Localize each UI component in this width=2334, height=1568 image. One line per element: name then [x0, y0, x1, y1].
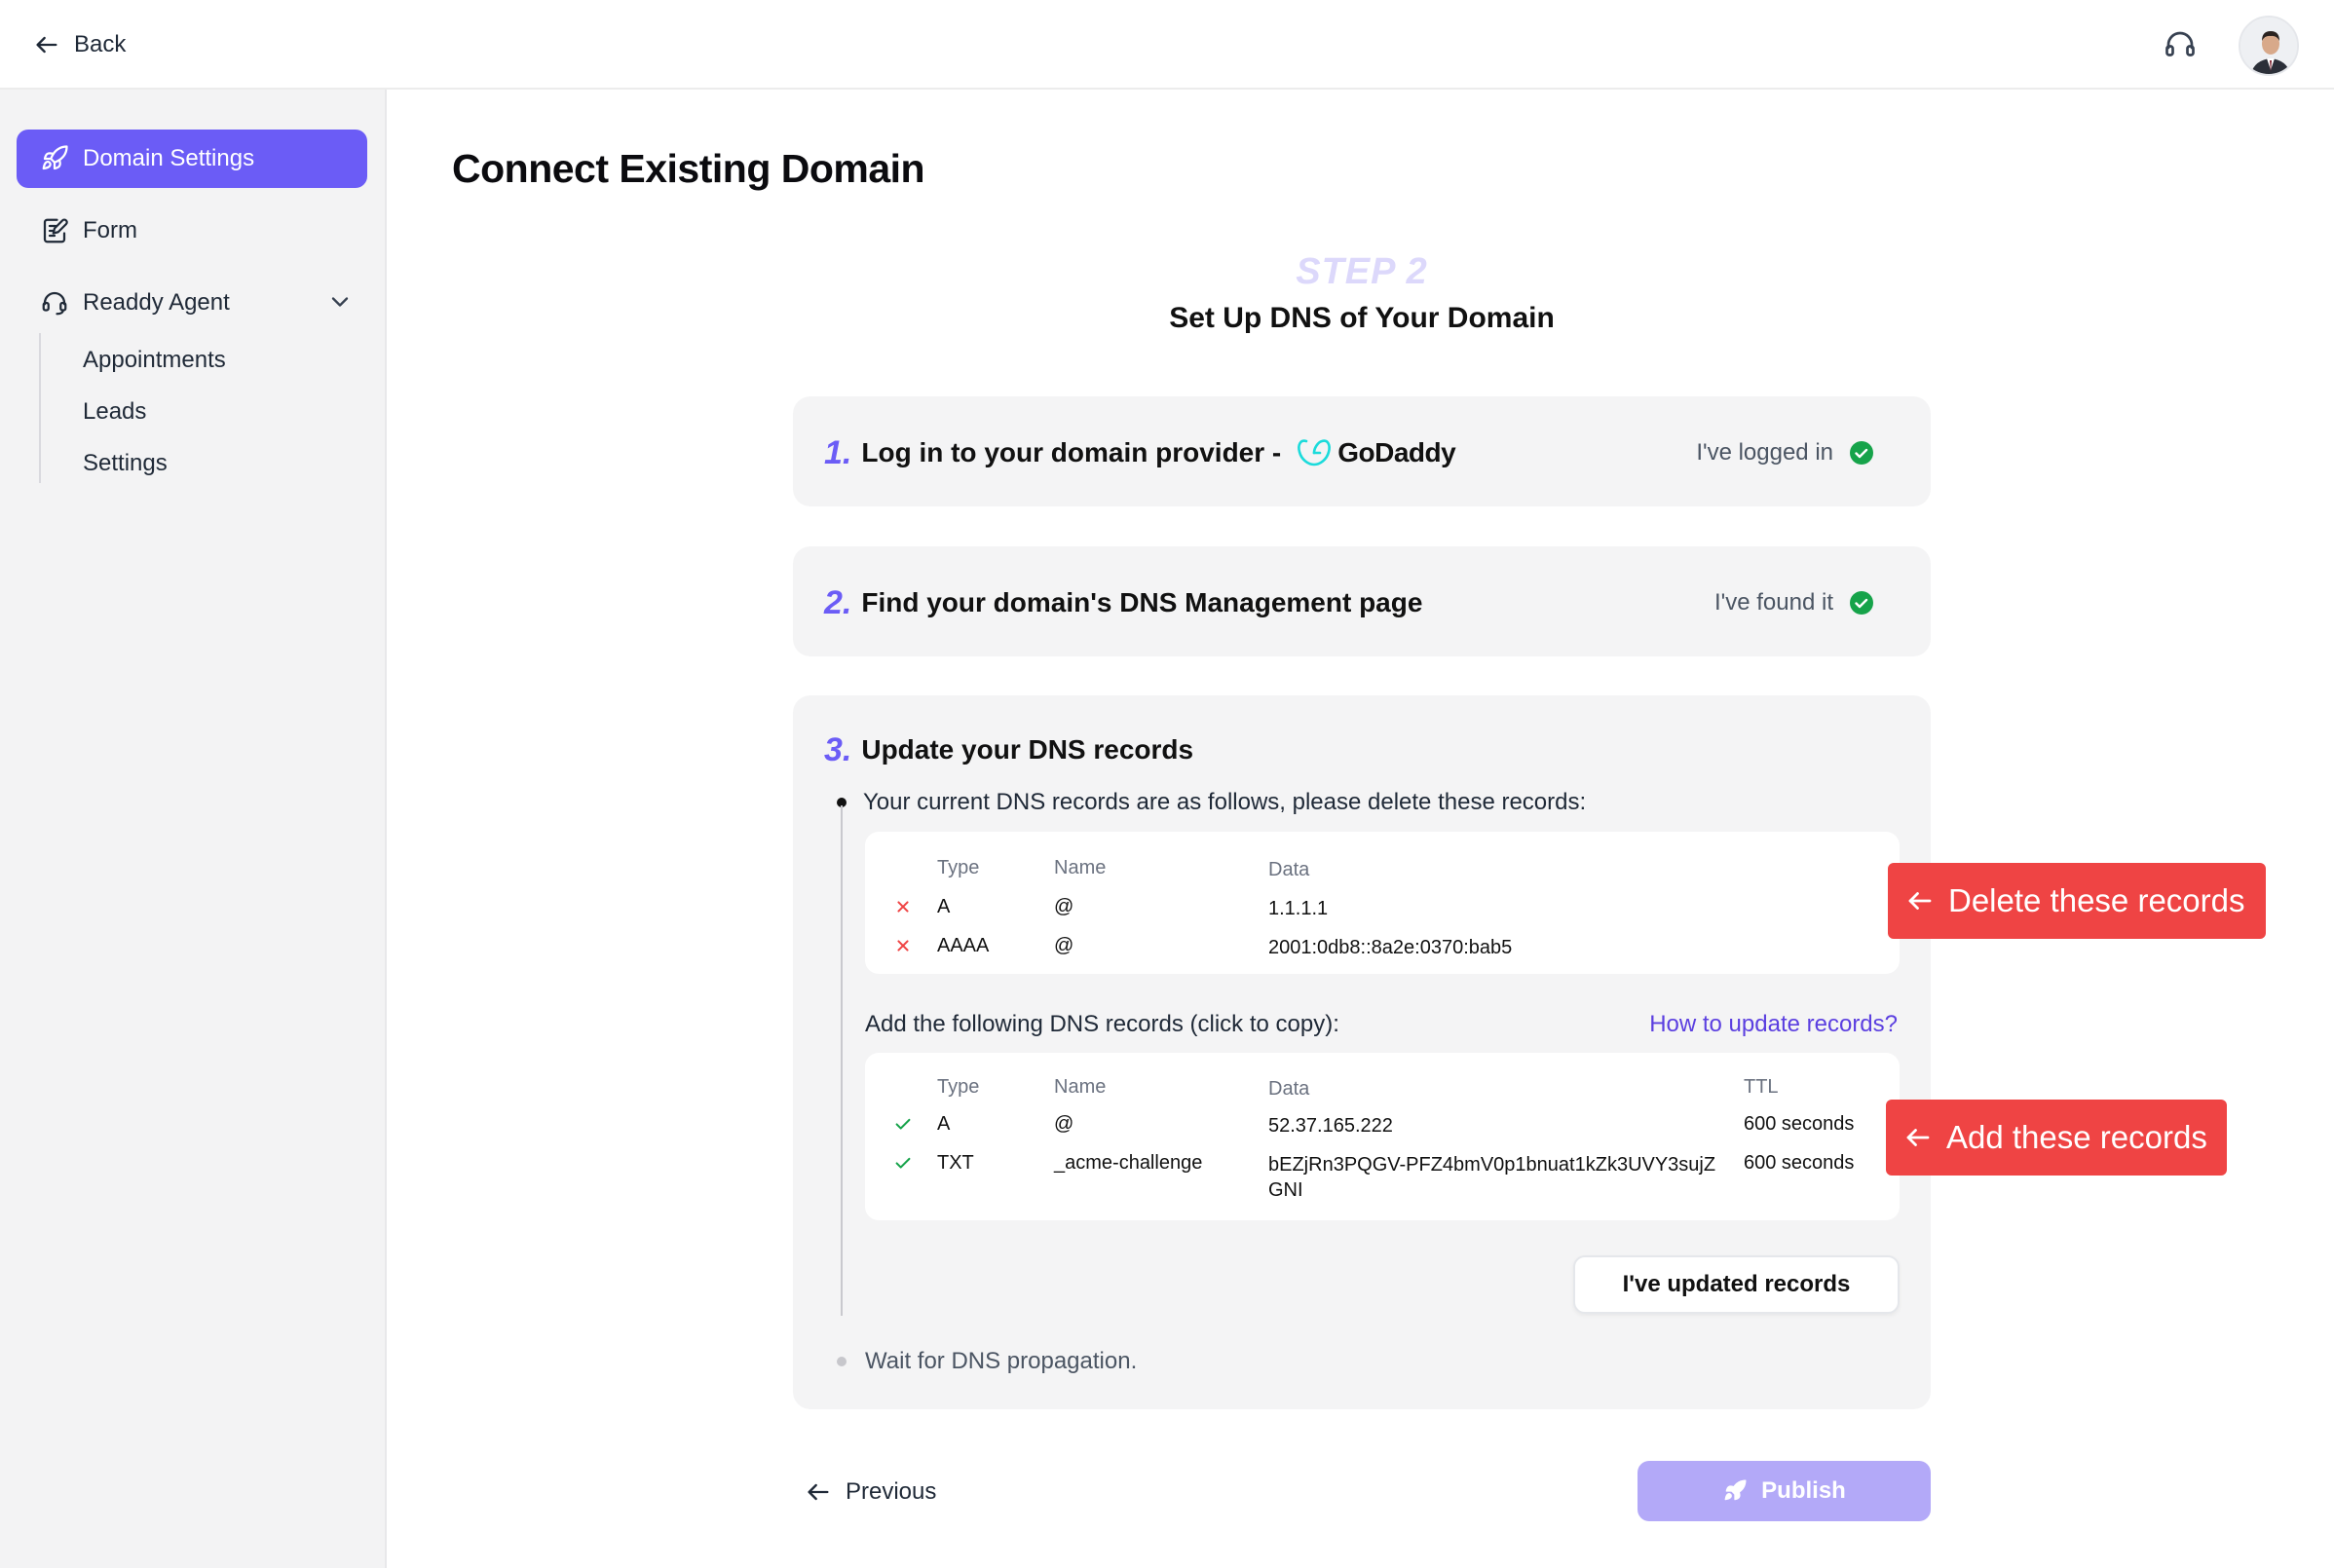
header-type: Type [937, 1076, 980, 1098]
record-type: AAAA [937, 935, 990, 956]
user-avatar[interactable] [2239, 16, 2299, 76]
add-intro: Add the following DNS records (click to … [865, 1011, 1339, 1037]
arrow-left-icon [1906, 1129, 1930, 1146]
delete-intro: Your current DNS records are as follows,… [863, 789, 1587, 815]
step-number: 3. [824, 730, 852, 768]
check-icon [892, 1113, 916, 1140]
sidebar-subitem-settings[interactable]: Settings [83, 446, 168, 481]
record-type: TXT [937, 1152, 974, 1174]
header-name: Name [1054, 1076, 1107, 1098]
avatar-portrait-icon [2240, 18, 2297, 74]
bullet-dot [837, 1357, 847, 1366]
how-to-update-link[interactable]: How to update records? [1649, 1011, 1898, 1038]
back-label: Back [74, 31, 127, 57]
header-data: Data [1268, 859, 1310, 880]
sidebar-subitem-leads[interactable]: Leads [83, 394, 146, 429]
record-data: 2001:0db8::8a2e:0370:bab5 [1268, 937, 1513, 958]
agent-headset-icon [42, 291, 67, 316]
callout-label: Add these records [1946, 1119, 2207, 1155]
arrow-left-icon [1908, 892, 1932, 910]
godaddy-icon [1298, 439, 1332, 467]
sidebar-subitem-appointments[interactable]: Appointments [83, 343, 226, 378]
sidebar-item-form[interactable]: Form [17, 202, 367, 260]
header-name: Name [1054, 857, 1107, 878]
check-circle-icon [1850, 441, 1873, 465]
godaddy-logo: GoDaddy [1297, 437, 1456, 468]
sidebar-item-label: Form [83, 217, 137, 243]
previous-label: Previous [846, 1478, 937, 1505]
sidebar-item-domain-settings[interactable]: Domain Settings [17, 130, 367, 188]
rocket-icon [1724, 1479, 1747, 1501]
step-title: Set Up DNS of Your Domain [1169, 302, 1555, 334]
callout-label: Delete these records [1948, 882, 2245, 918]
x-icon [892, 935, 916, 962]
step-label: STEP 2 [1296, 251, 1428, 292]
sidebar-item-readdy-agent[interactable]: Readdy Agent [17, 274, 367, 332]
timeline-line [841, 805, 843, 1316]
step-heading: 1. Log in to your domain provider - GoDa… [824, 433, 1456, 472]
arrow-left-icon [808, 1483, 829, 1501]
step-number: 2. [824, 583, 852, 621]
delete-records-table: Type Name Data A @ 1.1.1.1 AAAA @ 2001:0… [865, 832, 1900, 974]
step-number: 1. [824, 433, 852, 471]
record-type: A [937, 1113, 951, 1135]
header-type: Type [937, 857, 980, 878]
record-data[interactable]: bEZjRn3PQGV-PFZ4bmV0p1bnuat1kZk3UVY3sujZ… [1268, 1152, 1716, 1203]
step-title-text: Find your domain's DNS Management page [861, 587, 1423, 617]
step-title-text: Update your DNS records [861, 734, 1194, 765]
form-edit-icon [43, 218, 68, 243]
record-name: @ [1054, 1113, 1074, 1135]
headset-icon[interactable] [2163, 27, 2198, 62]
add-records-callout: Add these records [1886, 1100, 2227, 1176]
chevron-down-icon[interactable] [326, 288, 354, 316]
updated-records-button[interactable]: I've updated records [1573, 1255, 1900, 1314]
record-name: @ [1054, 935, 1074, 956]
x-icon [892, 896, 916, 923]
step-heading: 2. Find your domain's DNS Management pag… [824, 583, 1422, 622]
confirm-label: I've logged in [1696, 439, 1833, 466]
arrow-left-icon [36, 36, 57, 54]
top-bar: Back [0, 0, 2334, 90]
back-button[interactable]: Back [33, 27, 126, 62]
sidebar: Domain Settings Form Readdy Agent Appoin… [0, 90, 387, 1568]
header-ttl: TTL [1744, 1076, 1779, 1098]
godaddy-wordmark: GoDaddy [1337, 437, 1456, 467]
step-heading: 3. Update your DNS records [824, 730, 1193, 769]
previous-button[interactable]: Previous [805, 1473, 936, 1512]
step-card-login: 1. Log in to your domain provider - GoDa… [793, 396, 1931, 506]
publish-button[interactable]: Publish [1638, 1461, 1931, 1521]
add-records-table: Type Name Data TTL A @ 52.37.165.222 600… [865, 1053, 1900, 1220]
record-name: @ [1054, 896, 1074, 917]
record-ttl: 600 seconds [1744, 1113, 1855, 1135]
record-type: A [937, 896, 951, 917]
subnav-divider [39, 333, 41, 483]
confirm-label: I've found it [1714, 589, 1833, 616]
record-ttl: 600 seconds [1744, 1152, 1855, 1174]
delete-records-callout: Delete these records [1888, 863, 2266, 939]
check-icon [892, 1152, 916, 1179]
publish-label: Publish [1761, 1477, 1846, 1504]
check-circle-icon [1850, 591, 1873, 615]
sidebar-item-label: Readdy Agent [83, 289, 230, 316]
record-data[interactable]: 52.37.165.222 [1268, 1113, 1716, 1139]
found-it-confirm[interactable]: I've found it [1714, 583, 1874, 622]
header-data: Data [1268, 1078, 1310, 1100]
page-title: Connect Existing Domain [452, 146, 925, 191]
step-title-text: Log in to your domain provider - [861, 437, 1282, 467]
step-card-update-records: 3. Update your DNS records Your current … [793, 695, 1931, 1409]
record-name: _acme-challenge [1054, 1152, 1203, 1174]
record-data: 1.1.1.1 [1268, 898, 1329, 919]
rocket-icon [42, 145, 68, 170]
logged-in-confirm[interactable]: I've logged in [1696, 433, 1874, 472]
sidebar-item-label: Domain Settings [83, 145, 255, 171]
step-card-dns-page: 2. Find your domain's DNS Management pag… [793, 546, 1931, 656]
wait-propagation-text: Wait for DNS propagation. [865, 1348, 1138, 1374]
